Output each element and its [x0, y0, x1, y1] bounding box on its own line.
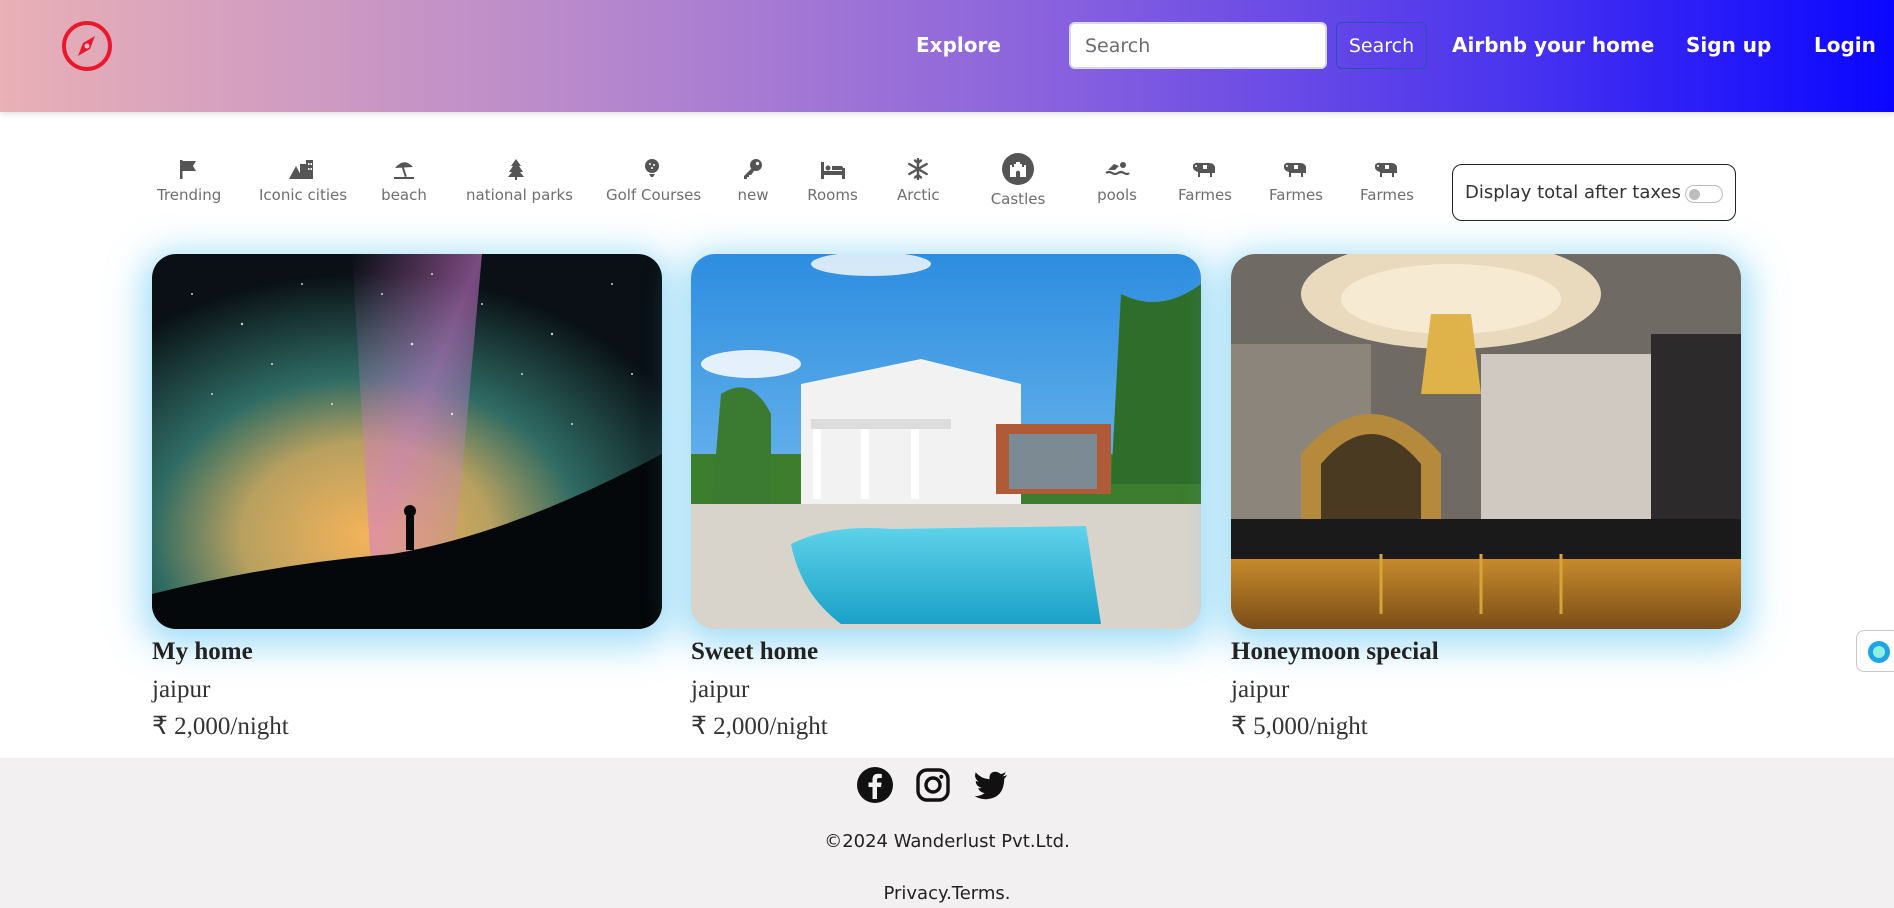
filter-national-parks[interactable]: national parks [466, 158, 573, 214]
listing-price: ₹ 5,000/night [1231, 713, 1368, 740]
airbnb-your-home-link[interactable]: Airbnb your home [1452, 33, 1654, 57]
signup-link[interactable]: Sign up [1686, 33, 1771, 57]
filter-label: Castles [990, 190, 1046, 208]
filter-farmes-1[interactable]: Farmes [1178, 158, 1233, 214]
filter-label: Iconic cities [259, 186, 348, 204]
listing-location: jaipur [1231, 676, 1290, 703]
listing-card[interactable]: My home jaipur ₹ 2,000/night [152, 254, 662, 745]
listing-card[interactable]: Sweet home jaipur ₹ 2,000/night [691, 254, 1201, 745]
filter-iconic-cities[interactable]: Iconic cities [259, 158, 347, 214]
flag-icon [157, 158, 219, 180]
tax-toggle-label: Display total after taxes [1465, 182, 1681, 203]
listing-price: ₹ 2,000/night [152, 713, 289, 740]
filter-rooms[interactable]: Rooms [807, 158, 858, 214]
listing-card[interactable]: Honeymoon special jaipur ₹ 5,000/night [1231, 254, 1741, 745]
swimmer-icon [1096, 158, 1138, 180]
filter-arctic[interactable]: Arctic [897, 158, 940, 214]
twitter-icon[interactable] [972, 766, 1010, 804]
filter-pools[interactable]: pools [1096, 158, 1138, 214]
assistant-icon [1868, 641, 1890, 663]
instagram-icon[interactable] [914, 766, 952, 804]
filter-label: pools [1097, 186, 1137, 204]
bed-icon [807, 158, 858, 180]
footer-links: Privacy.Terms. [0, 883, 1894, 904]
filter-label: Farmes [1178, 186, 1233, 204]
cow-icon [1269, 158, 1320, 180]
search-input[interactable] [1069, 22, 1327, 69]
umbrella-beach-icon [381, 158, 427, 180]
cow-icon [1360, 158, 1411, 180]
filter-label: Farmes [1360, 186, 1415, 204]
listing-price: ₹ 2,000/night [691, 713, 828, 740]
nav-explore-link[interactable]: Explore [916, 33, 1001, 57]
listing-title: Sweet home [691, 638, 819, 665]
filter-golf-courses[interactable]: Golf Courses [606, 158, 701, 214]
key-icon [737, 158, 769, 180]
cow-icon [1178, 158, 1229, 180]
tax-switch[interactable] [1685, 185, 1723, 203]
filter-label: new [737, 186, 769, 204]
login-link[interactable]: Login [1814, 33, 1876, 57]
tree-icon [466, 158, 566, 180]
copyright-text: ©2024 Wanderlust Pvt.Ltd. [824, 831, 1070, 852]
filter-new[interactable]: new [737, 158, 769, 214]
filter-trending[interactable]: Trending [157, 158, 222, 214]
listing-title: My home [152, 638, 253, 665]
privacy-link[interactable]: Privacy. [883, 883, 951, 904]
listing-location: jaipur [691, 676, 750, 703]
castle-icon [990, 152, 1046, 185]
filter-label: Arctic [897, 186, 940, 204]
filter-label: Rooms [807, 186, 858, 204]
city-icon [259, 158, 343, 180]
golf-ball-icon [606, 158, 697, 180]
filter-castles[interactable]: Castles [990, 152, 1046, 208]
tax-toggle[interactable]: Display total after taxes [1452, 164, 1736, 221]
filter-farmes-3[interactable]: Farmes [1360, 158, 1415, 214]
assistant-widget[interactable] [1856, 630, 1894, 672]
listing-image[interactable] [691, 254, 1201, 629]
search-button[interactable]: Search [1336, 22, 1427, 69]
compass-icon[interactable] [60, 19, 114, 73]
filter-label: beach [381, 186, 427, 204]
listing-title: Honeymoon special [1231, 638, 1439, 665]
listing-image[interactable] [152, 254, 662, 629]
filter-label: Trending [157, 186, 222, 204]
snowflake-icon [897, 158, 939, 180]
navbar: Explore Search Airbnb your home Sign up … [0, 0, 1894, 112]
listing-location: jaipur [152, 676, 211, 703]
terms-link[interactable]: Terms. [952, 883, 1011, 904]
filter-farmes-2[interactable]: Farmes [1269, 158, 1324, 214]
filter-label: Farmes [1269, 186, 1324, 204]
filter-label: Golf Courses [606, 186, 702, 204]
filter-label: national parks [466, 186, 573, 204]
facebook-icon[interactable] [856, 766, 894, 804]
filter-beach[interactable]: beach [381, 158, 427, 214]
listing-image[interactable] [1231, 254, 1741, 629]
